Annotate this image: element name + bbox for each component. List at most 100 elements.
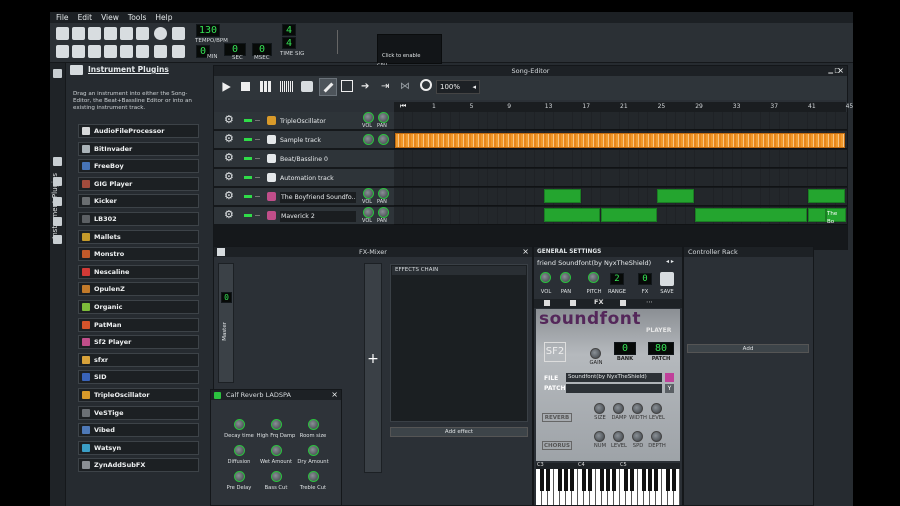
tab-midi-icon[interactable] [620,300,626,306]
root-icon[interactable] [53,235,62,244]
whats-this-icon[interactable] [154,27,167,40]
oscilloscope[interactable]: Click to enable [377,34,442,64]
plugin-item[interactable]: FreeBoy [78,159,199,174]
black-key[interactable] [642,469,646,491]
pattern-clip[interactable] [808,189,845,203]
piano-keyboard[interactable]: C3 C4 C5 [536,462,680,505]
master-channel[interactable]: 0 Master [218,263,234,383]
menu-tools[interactable]: Tools [128,13,146,22]
show-hide-icon[interactable] [172,45,185,58]
black-key[interactable] [582,469,586,491]
play-icon[interactable] [222,82,231,92]
projects-icon[interactable] [53,157,62,166]
volume-knob[interactable] [363,134,374,145]
recent-projects-icon[interactable] [104,27,117,40]
range-display[interactable]: 2 [610,273,624,285]
gear-icon[interactable]: ⚙ [224,189,234,202]
plugin-item[interactable]: BitInvader [78,141,199,156]
plugin-item[interactable]: Vibed [78,423,199,438]
pan-knob[interactable] [378,207,389,218]
volume-knob[interactable] [363,188,374,199]
solo-led[interactable] [255,139,260,140]
pan-knob[interactable] [378,188,389,199]
edit-mode-icon[interactable] [341,80,353,92]
tab-fx-icon[interactable]: FX [594,298,603,306]
presets-icon[interactable] [53,197,62,206]
tab-more-icon[interactable]: ⋯ [646,298,653,306]
pan-knob[interactable] [560,272,571,283]
close-icon[interactable]: × [331,390,338,400]
automation-editor-icon[interactable] [104,45,117,58]
black-key[interactable] [558,469,562,491]
black-key[interactable] [666,469,670,491]
new-project-icon[interactable] [56,27,69,40]
add-sample-track-icon[interactable] [280,81,293,92]
reverb-toggle[interactable]: REVERB [542,413,572,422]
pattern-clip[interactable] [657,189,694,203]
calf-knob[interactable] [308,471,319,482]
tempo-display[interactable]: 130 [196,24,220,37]
mute-led[interactable] [244,119,252,122]
song-editor-icon[interactable] [56,45,69,58]
track-name[interactable]: The Boyfriend Soundfo... [280,192,356,203]
export-project-icon[interactable] [136,27,149,40]
mute-led[interactable] [244,195,252,198]
effect-knob[interactable] [651,431,662,442]
patch-dropdown-icon[interactable]: Y [665,384,674,393]
master-pitch-slider[interactable] [346,30,368,54]
time-sig-numerator[interactable]: 4 [282,24,296,36]
black-key[interactable] [624,469,628,491]
calf-knob[interactable] [234,419,245,430]
gear-icon[interactable]: ⚙ [224,132,234,145]
effect-knob[interactable] [632,431,643,442]
new-from-template-icon[interactable] [72,27,85,40]
save-preset-icon[interactable] [660,272,674,286]
tab-envelope-icon[interactable] [570,300,576,306]
plugin-item[interactable]: VeSTige [78,405,199,420]
black-key[interactable] [630,469,634,491]
calf-knob[interactable] [271,445,282,456]
calf-knob[interactable] [234,471,245,482]
close-icon[interactable]: × [837,66,844,76]
master-volume-slider[interactable] [316,30,338,54]
pattern-clip[interactable] [544,189,581,203]
plugin-item[interactable]: Sf2 Player [78,335,199,350]
project-notes-icon[interactable] [154,45,167,58]
mute-led[interactable] [244,157,252,160]
tab-plugin-icon[interactable] [544,300,550,306]
plugin-item[interactable]: PatMan [78,317,199,332]
plugin-item[interactable]: AudioFileProcessor [78,124,199,138]
time-sig-denominator[interactable]: 4 [282,37,296,49]
add-beat-bassline-icon[interactable] [260,81,272,92]
track-name[interactable]: TripleOscillator [280,116,356,127]
calf-knob[interactable] [271,419,282,430]
sample-clip[interactable] [395,133,845,148]
pan-knob[interactable] [378,112,389,123]
calf-knob[interactable] [308,419,319,430]
calf-knob[interactable] [308,445,319,456]
instrument-name[interactable]: friend Soundfont(by NyxTheShield) [537,258,663,268]
track-lane[interactable] [394,112,847,130]
follow-icon[interactable]: ➔ [361,82,369,92]
pitch-knob[interactable] [588,272,599,283]
pattern-clip[interactable] [695,208,807,222]
black-key[interactable] [648,469,652,491]
metronome-icon[interactable] [172,27,185,40]
stop-icon[interactable] [241,82,250,91]
timeline-ruler[interactable]: ⏮ 1 5 9 13 17 21 25 29 33 37 41 45 [394,102,853,112]
samples-icon[interactable] [53,177,62,186]
loop-back-icon[interactable]: ⇥ [381,82,389,92]
track-lane[interactable] [394,150,847,168]
black-key[interactable] [606,469,610,491]
add-fx-channel-button[interactable]: + [364,263,382,473]
auto-scroll-icon[interactable]: ⋈ [400,82,410,92]
add-controller-button[interactable]: Add [687,344,809,353]
effect-knob[interactable] [594,403,605,414]
close-icon[interactable]: × [522,247,529,257]
save-project-icon[interactable] [120,27,133,40]
pattern-clip[interactable] [544,208,600,222]
controller-rack-icon[interactable] [136,45,149,58]
solo-led[interactable] [255,177,260,178]
black-key[interactable] [588,469,592,491]
gear-icon[interactable]: ⚙ [224,170,234,183]
